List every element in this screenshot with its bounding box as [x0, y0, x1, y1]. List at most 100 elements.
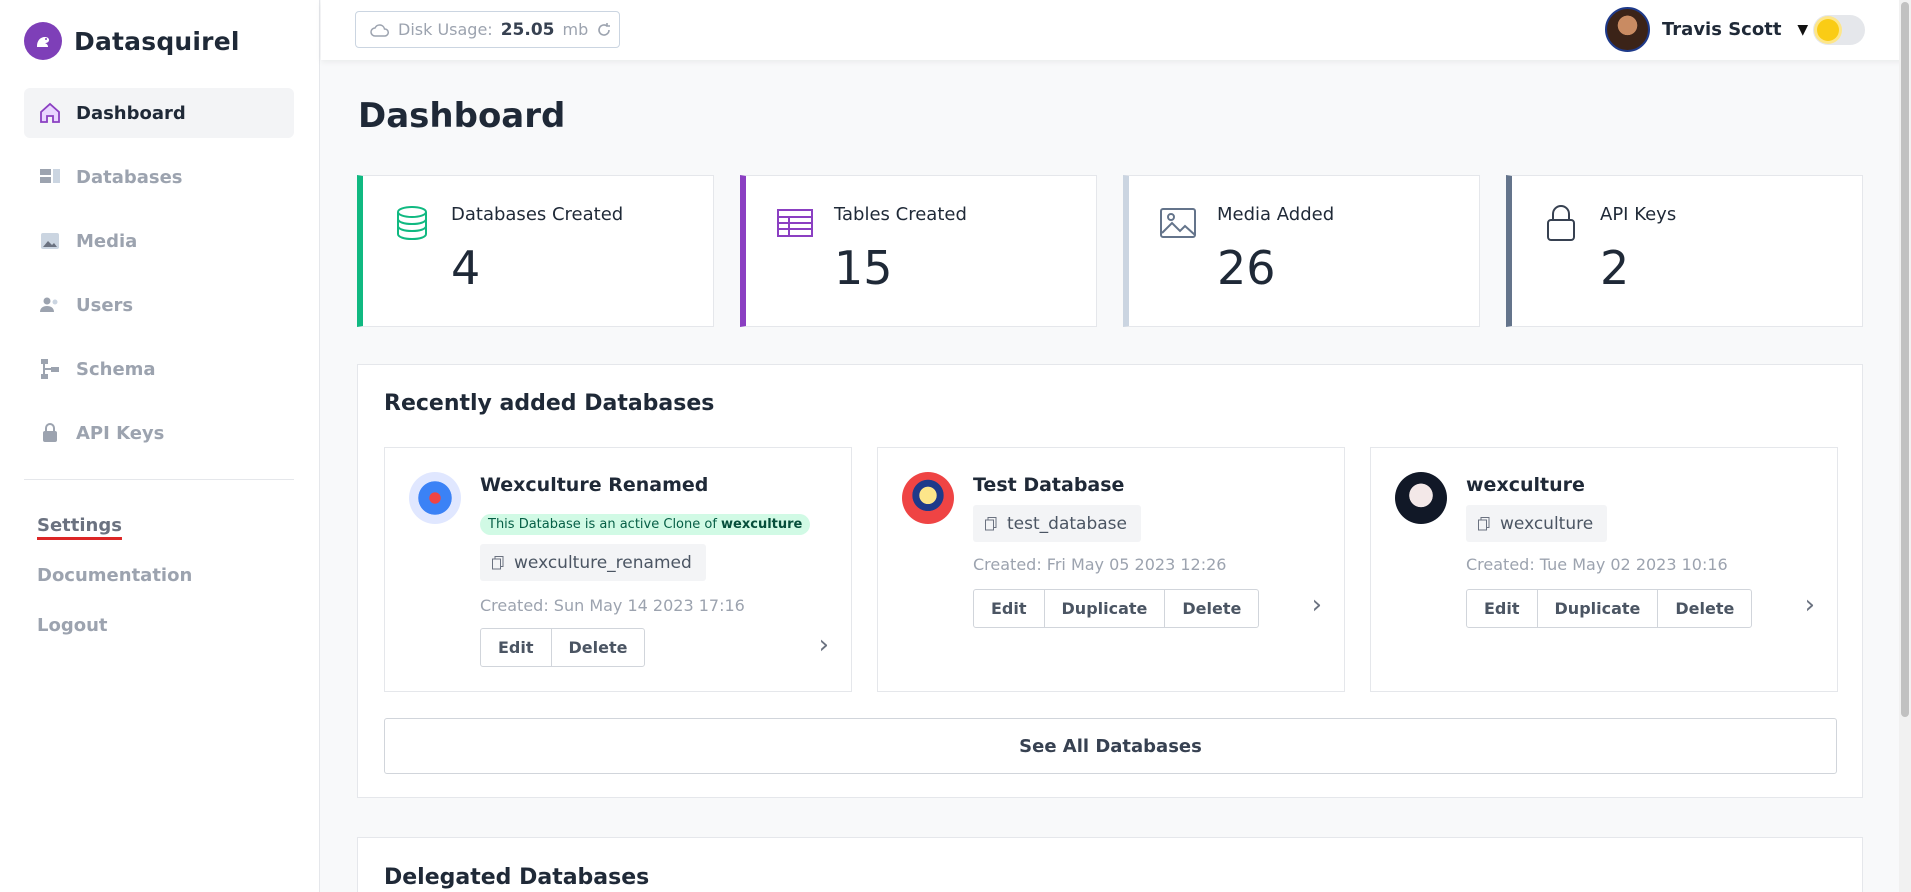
sidebar-item-api-keys[interactable]: API Keys	[24, 408, 294, 458]
section-title: Delegated Databases	[384, 865, 650, 890]
delete-button[interactable]: Delete	[552, 629, 645, 666]
stat-card-databases: Databases Created 4	[357, 175, 714, 327]
database-name: Wexculture Renamed	[480, 474, 709, 496]
scrollbar[interactable]	[1899, 0, 1911, 892]
card-actions: Edit Duplicate Delete	[1466, 589, 1753, 628]
stat-card-api-keys: API Keys 2	[1506, 175, 1863, 327]
image-icon	[41, 233, 59, 249]
sidebar-item-users[interactable]: Users	[24, 280, 294, 330]
user-menu[interactable]: Travis Scott ▼	[1605, 7, 1808, 52]
sidebar-item-label: Schema	[76, 358, 156, 380]
sidebar-item-label: Users	[76, 294, 134, 316]
brand[interactable]: Datasquirel	[24, 22, 240, 60]
sidebar-item-dashboard[interactable]: Dashboard	[24, 88, 294, 138]
stat-card-tables: Tables Created 15	[740, 175, 1097, 327]
disk-usage-label: Disk Usage:	[398, 20, 493, 39]
lock-icon	[1547, 205, 1575, 241]
stat-value: 15	[834, 241, 893, 295]
delete-button[interactable]: Delete	[1165, 590, 1258, 627]
logout-link[interactable]: Logout	[37, 615, 192, 636]
copy-icon	[985, 516, 997, 530]
sun-icon	[1817, 19, 1839, 41]
database-card[interactable]: Wexculture Renamed This Database is an a…	[384, 447, 852, 692]
database-card[interactable]: wexculture wexculture Created: Tue May 0…	[1370, 447, 1838, 692]
cloud-icon	[370, 23, 389, 37]
edit-button[interactable]: Edit	[1467, 590, 1538, 627]
disk-usage-unit: mb	[562, 20, 589, 39]
users-icon	[40, 297, 58, 312]
card-actions: Edit Delete	[480, 628, 646, 667]
stat-value: 2	[1600, 241, 1630, 295]
chevron-right-icon[interactable]: ›	[1312, 590, 1322, 620]
sidebar-item-schema[interactable]: Schema	[24, 344, 294, 394]
created-date: Created: Tue May 02 2023 10:16	[1466, 555, 1728, 574]
brand-name: Datasquirel	[74, 26, 240, 56]
database-slug-text: wexculture	[1500, 513, 1594, 534]
edit-button[interactable]: Edit	[481, 629, 552, 666]
created-date: Created: Fri May 05 2023 12:26	[973, 555, 1227, 574]
refresh-icon[interactable]	[596, 22, 612, 38]
stat-label: Media Added	[1217, 204, 1335, 225]
schema-icon	[41, 359, 59, 379]
see-all-databases-button[interactable]: See All Databases	[384, 718, 1837, 774]
card-actions: Edit Duplicate Delete	[973, 589, 1260, 628]
image-icon	[1160, 208, 1196, 238]
documentation-link[interactable]: Documentation	[37, 565, 192, 586]
lock-icon	[43, 423, 57, 442]
database-slug-text: wexculture_renamed	[514, 552, 692, 573]
section-title: Recently added Databases	[384, 391, 715, 416]
edit-button[interactable]: Edit	[974, 590, 1045, 627]
chevron-right-icon[interactable]: ›	[819, 630, 829, 660]
sidebar-item-label: Databases	[76, 166, 183, 188]
settings-link[interactable]: Settings	[37, 515, 192, 536]
copy-icon	[1478, 516, 1490, 530]
sidebar-item-label: Media	[76, 230, 138, 252]
database-image	[902, 472, 954, 524]
topbar: Disk Usage: 25.05 mb Travis Scott ▼	[321, 0, 1911, 60]
database-icon	[40, 169, 60, 183]
recent-databases-panel: Recently added Databases Wexculture Rena…	[357, 364, 1863, 798]
clone-source: wexculture	[721, 517, 803, 532]
database-name: Test Database	[973, 474, 1125, 496]
database-name: wexculture	[1466, 474, 1585, 496]
stat-label: Tables Created	[834, 204, 967, 225]
avatar	[1605, 7, 1650, 52]
caret-down-icon: ▼	[1797, 21, 1809, 38]
duplicate-button[interactable]: Duplicate	[1538, 590, 1659, 627]
duplicate-button[interactable]: Duplicate	[1045, 590, 1166, 627]
database-image	[409, 472, 461, 524]
created-date: Created: Sun May 14 2023 17:16	[480, 596, 745, 615]
scrollbar-thumb[interactable]	[1901, 2, 1909, 717]
database-slug[interactable]: wexculture_renamed	[480, 544, 706, 581]
database-slug-text: test_database	[1007, 513, 1127, 534]
stat-label: API Keys	[1600, 204, 1677, 225]
delete-button[interactable]: Delete	[1658, 590, 1751, 627]
sidebar-item-media[interactable]: Media	[24, 216, 294, 266]
stat-card-media: Media Added 26	[1123, 175, 1480, 327]
sidebar-links: Settings Documentation Logout	[37, 515, 192, 665]
stat-value: 4	[451, 241, 481, 295]
disk-usage: Disk Usage: 25.05 mb	[355, 11, 620, 48]
sidebar: Datasquirel Dashboard Databases Media Us…	[0, 0, 320, 892]
chevron-right-icon[interactable]: ›	[1805, 590, 1815, 620]
table-icon	[777, 209, 813, 237]
stat-label: Databases Created	[451, 204, 624, 225]
sidebar-item-databases[interactable]: Databases	[24, 152, 294, 202]
database-slug[interactable]: wexculture	[1466, 505, 1608, 542]
user-name: Travis Scott	[1662, 19, 1782, 40]
sidebar-item-label: Dashboard	[76, 102, 186, 124]
copy-icon	[492, 555, 504, 569]
theme-toggle[interactable]	[1813, 15, 1865, 45]
database-slug[interactable]: test_database	[973, 505, 1141, 542]
disk-usage-value: 25.05	[500, 19, 555, 40]
stat-value: 26	[1217, 241, 1276, 295]
squirrel-logo-icon	[24, 22, 62, 60]
database-card[interactable]: Test Database test_database Created: Fri…	[877, 447, 1345, 692]
home-icon	[40, 102, 60, 123]
database-icon	[397, 206, 427, 241]
clone-badge: This Database is an active Clone of wexc…	[480, 514, 811, 535]
page-title: Dashboard	[358, 96, 566, 136]
divider	[24, 479, 294, 480]
database-image	[1395, 472, 1447, 524]
clone-badge-text: This Database is an active Clone of	[488, 517, 717, 532]
